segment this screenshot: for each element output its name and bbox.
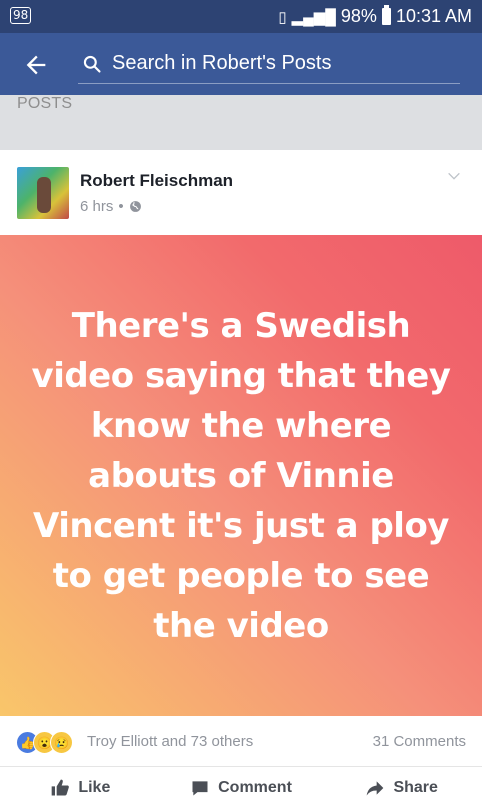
back-arrow-icon[interactable] (22, 51, 50, 79)
chevron-down-icon[interactable] (446, 168, 462, 184)
reaction-names[interactable]: Troy Elliott and 73 others (87, 733, 253, 750)
status-bar: 98 ▯ ▂▄▆█ 98% 10:31 AM (0, 0, 482, 33)
author-name[interactable]: Robert Fleischman (80, 171, 233, 191)
like-button[interactable]: Like (0, 767, 161, 800)
share-arrow-icon (367, 780, 384, 795)
vibrate-icon: ▯ (278, 8, 287, 26)
post-content: There's a Swedish video saying that they… (0, 235, 482, 716)
comments-count[interactable]: 31 Comments (373, 733, 466, 750)
comment-button[interactable]: Comment (161, 767, 322, 800)
section-title: POSTS (17, 95, 73, 112)
reaction-icons: 👍 😮 😢 (16, 731, 73, 754)
signal-icon: ▂▄▆█ (291, 8, 336, 26)
thumbs-up-icon (51, 779, 70, 795)
share-label: Share (393, 778, 438, 796)
battery-icon (381, 5, 391, 25)
comment-icon (192, 780, 208, 795)
reactions-bar[interactable]: 👍 😮 😢 Troy Elliott and 73 others 31 Comm… (0, 716, 482, 767)
avatar[interactable] (17, 167, 69, 219)
post-meta: 6 hrs • (80, 198, 142, 215)
post-time[interactable]: 6 hrs (80, 198, 113, 215)
comment-label: Comment (218, 778, 292, 796)
meta-separator: • (118, 198, 124, 215)
clock: 10:31 AM (395, 6, 472, 26)
section-header: POSTS (0, 95, 482, 150)
share-button[interactable]: Share (321, 767, 482, 800)
post-actions: Like Comment Share (0, 767, 482, 800)
like-label: Like (78, 778, 111, 796)
app-bar: Search in Robert's Posts (0, 33, 482, 95)
search-icon (83, 55, 101, 73)
status-indicators: ▯ ▂▄▆█ 98% 10:31 AM (278, 5, 472, 27)
notification-badge: 98 (10, 7, 32, 24)
globe-icon (129, 201, 141, 212)
search-underline (78, 83, 460, 84)
battery-percent: 98% (340, 6, 377, 26)
post-text: There's a Swedish video saying that they… (31, 305, 451, 646)
sad-reaction-icon: 😢 (50, 731, 73, 754)
post-header: Robert Fleischman 6 hrs • (0, 150, 482, 235)
search-input[interactable]: Search in Robert's Posts (112, 52, 331, 75)
